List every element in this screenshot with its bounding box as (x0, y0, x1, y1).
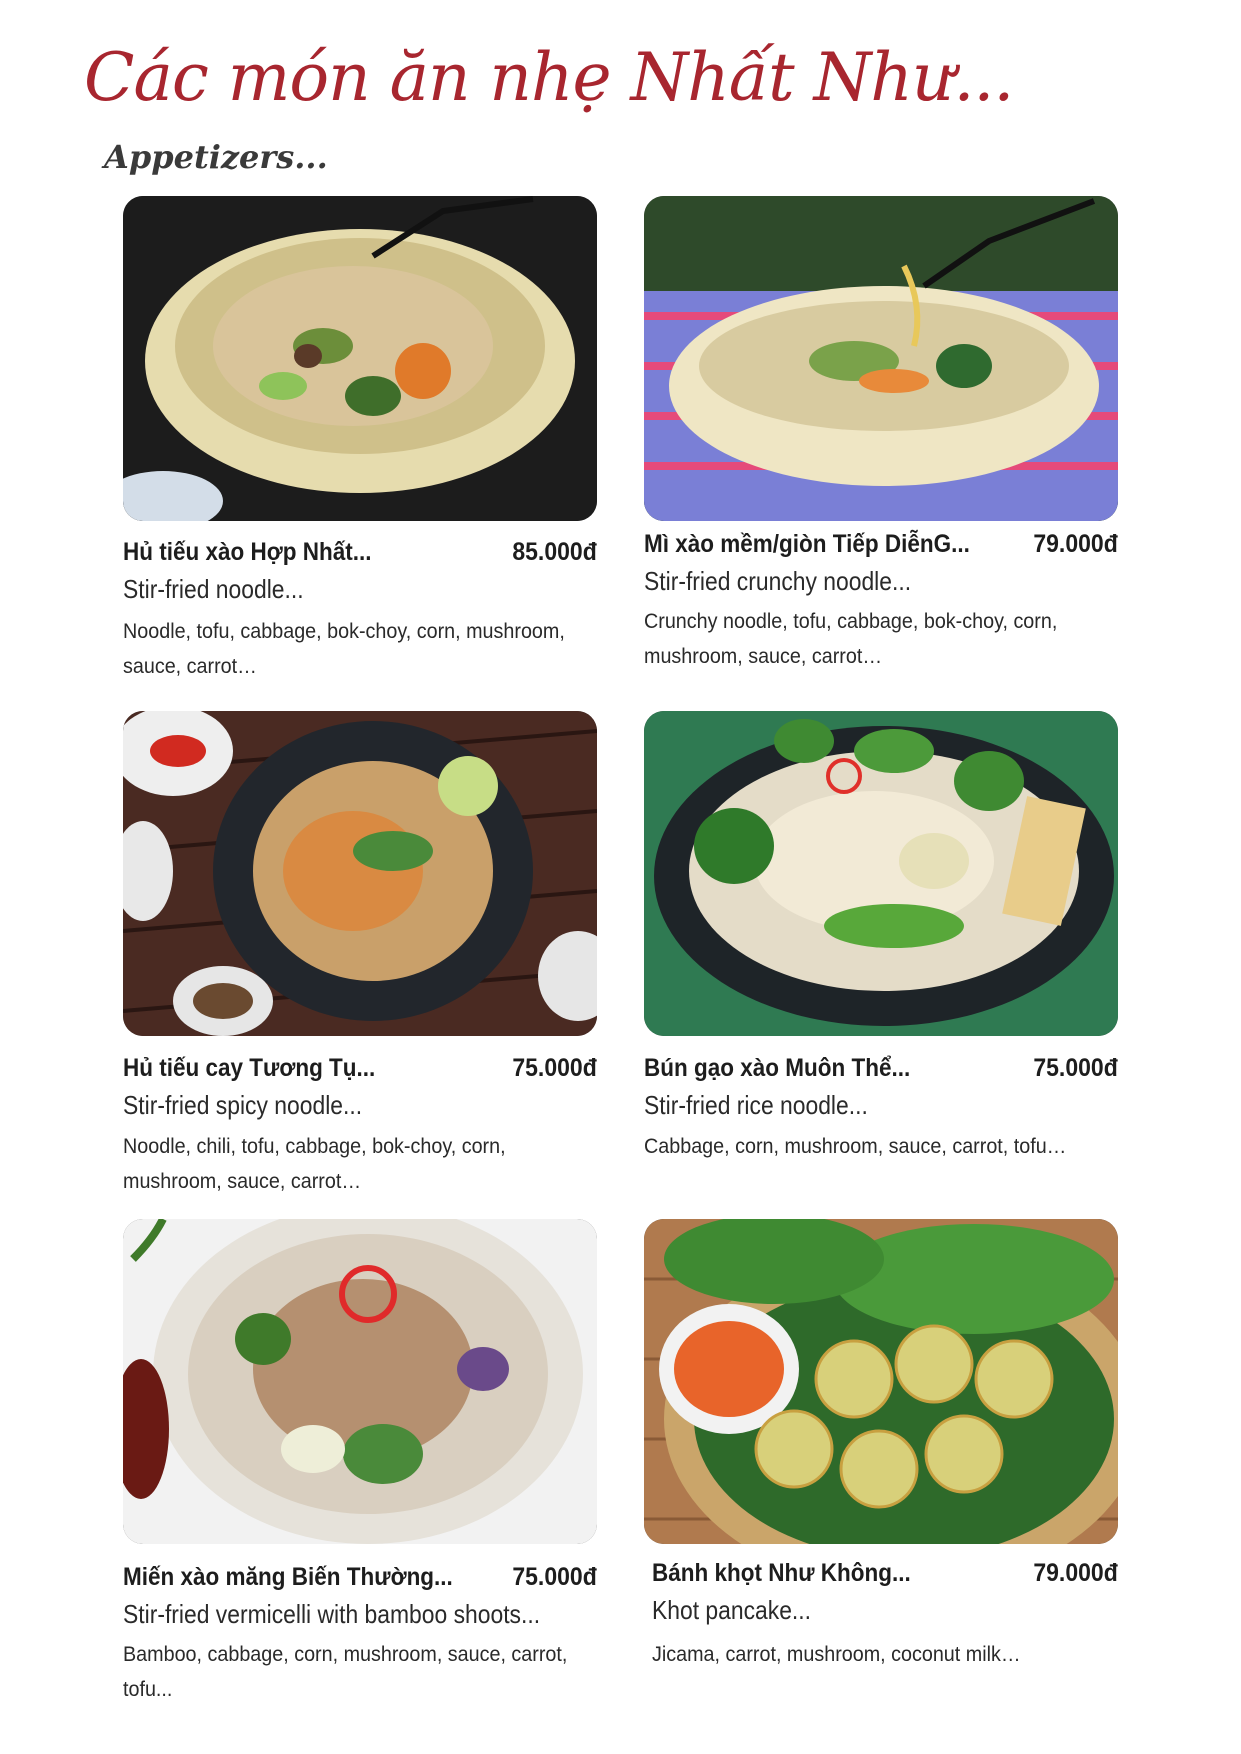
dish-name: Mì xào mềm/giòn Tiếp DiễnG... (644, 530, 970, 558)
dish-price: 75.000đ (512, 1054, 597, 1082)
dish-name: Bún gạo xào Muôn Thể... (644, 1054, 911, 1082)
dish-price: 75.000đ (512, 1563, 597, 1591)
dish-ingredients: Jicama, carrot, mushroom, coconut milk… (652, 1643, 1021, 1666)
dish-price: 79.000đ (1033, 1559, 1118, 1587)
dish-name: Hủ tiếu xào Hợp Nhất... (123, 538, 372, 566)
dish-ingredients: Crunchy noodle, tofu, cabbage, bok-choy,… (644, 610, 1058, 668)
dish-name: Bánh khọt Như Không... (652, 1559, 911, 1587)
menu-item: Miến xào măng Biến Thường... 75.000đ Sti… (123, 1219, 597, 1719)
dish-photo (123, 196, 597, 521)
page-title: Các món ăn nhẹ Nhất Như... (84, 39, 1014, 116)
menu-item: Bánh khọt Như Không... 79.000đ Khot panc… (644, 1219, 1118, 1679)
menu-item: Bún gạo xào Muôn Thể... 75.000đ Stir-fri… (644, 711, 1118, 1158)
dish-photo (644, 1219, 1118, 1544)
dish-english-name: Khot pancake... (652, 1595, 812, 1625)
dish-price: 85.000đ (512, 538, 597, 566)
dish-price: 79.000đ (1033, 530, 1118, 558)
dish-photo (123, 711, 597, 1036)
dish-price: 75.000đ (1033, 1054, 1118, 1082)
page-subtitle: Appetizers... (104, 138, 328, 176)
menu-item: Hủ tiếu xào Hợp Nhất... 85.000đ Stir-fri… (123, 196, 597, 678)
dish-ingredients: Noodle, tofu, cabbage, bok-choy, corn, m… (123, 620, 565, 678)
dish-ingredients: Cabbage, corn, mushroom, sauce, carrot, … (644, 1135, 1067, 1158)
dish-ingredients: Noodle, chili, tofu, cabbage, bok-choy, … (123, 1135, 506, 1193)
dish-english-name: Stir-fried spicy noodle... (123, 1090, 363, 1120)
dish-english-name: Stir-fried noodle... (123, 574, 304, 604)
dish-english-name: Stir-fried rice noodle... (644, 1090, 868, 1120)
dish-name: Hủ tiếu cay Tương Tụ... (123, 1054, 376, 1082)
dish-english-name: Stir-fried crunchy noodle... (644, 566, 912, 596)
dish-photo (123, 1219, 597, 1544)
menu-item: Mì xào mềm/giòn Tiếp DiễnG... 79.000đ St… (644, 196, 1118, 676)
dish-english-name: Stir-fried vermicelli with bamboo shoots… (123, 1599, 541, 1629)
dish-name: Miến xào măng Biến Thường... (123, 1563, 453, 1591)
dish-ingredients: Bamboo, cabbage, corn, mushroom, sauce, … (123, 1643, 568, 1701)
dish-photo (644, 711, 1118, 1036)
dish-photo (644, 196, 1118, 521)
menu-item: Hủ tiếu cay Tương Tụ... 75.000đ Stir-fri… (123, 711, 597, 1193)
